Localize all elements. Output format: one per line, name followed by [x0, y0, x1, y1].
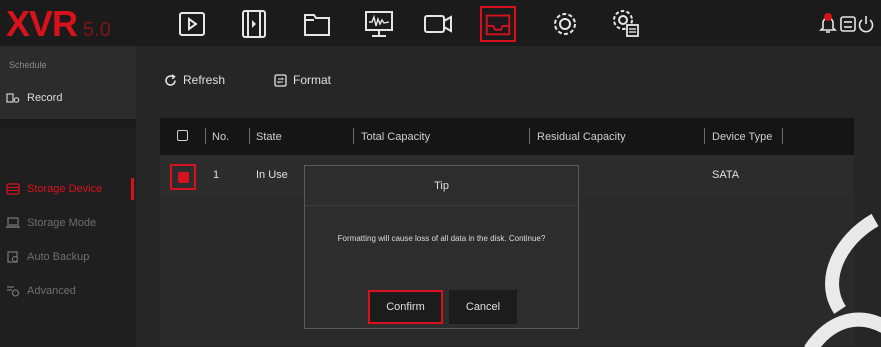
row-checkbox[interactable] [170, 164, 196, 190]
sidebar-item-label: Storage Mode [27, 217, 97, 229]
column-divider [704, 128, 705, 144]
checkbox-checked-mark [177, 171, 189, 183]
cell-state: In Use [256, 169, 288, 181]
sidebar-item-label: Record [27, 92, 63, 104]
system-settings-icon[interactable] [608, 6, 644, 42]
column-header-residual-capacity: Residual Capacity [537, 131, 626, 143]
sidebar-item-auto-backup[interactable]: Auto Backup [0, 246, 136, 268]
column-divider [529, 128, 530, 144]
sidebar-item-advanced[interactable]: Advanced [0, 280, 136, 302]
sidebar-item-label: Auto Backup [27, 251, 90, 263]
sidebar-header-schedule: Schedule [9, 60, 47, 70]
column-divider [782, 128, 783, 144]
xvr-app: XVR 5.0 Schedule Record Storage Device S… [0, 0, 881, 347]
refresh-label: Refresh [183, 73, 226, 87]
monitor-icon[interactable] [361, 6, 397, 42]
advanced-icon [6, 285, 20, 297]
format-icon [274, 73, 287, 87]
cell-no: 1 [213, 169, 220, 181]
dialog-title: Tip [305, 166, 578, 206]
top-bar: XVR 5.0 [0, 0, 881, 46]
playback-icon[interactable] [174, 6, 210, 42]
storage-icon[interactable] [480, 6, 516, 42]
format-label: Format [293, 73, 332, 87]
dialog-message: Formatting will cause loss of all data i… [337, 234, 546, 243]
column-header-total-capacity: Total Capacity [361, 131, 431, 143]
sidebar-item-label: Storage Device [27, 183, 103, 195]
auto-backup-icon [6, 251, 20, 263]
alarm-badge [824, 13, 832, 21]
format-button[interactable]: Format [274, 73, 331, 87]
refresh-button[interactable]: Refresh [164, 73, 225, 87]
column-header-state: State [256, 131, 282, 143]
folder-icon[interactable] [299, 6, 335, 42]
column-header-no: No. [212, 131, 230, 143]
sidebar-section-storage: Storage Device Storage Mode Auto Backup … [0, 128, 136, 347]
sidebar-item-storage-device[interactable]: Storage Device [0, 178, 136, 200]
cell-device-type: SATA [712, 169, 740, 181]
power-icon[interactable] [856, 14, 876, 34]
logo-version: 5.0 [83, 19, 111, 41]
column-divider [353, 128, 354, 144]
storage-mode-icon [6, 217, 20, 229]
column-divider [249, 128, 250, 144]
column-divider [205, 128, 206, 144]
camera-icon[interactable] [420, 6, 456, 42]
sidebar: Schedule Record Storage Device Storage M… [0, 46, 136, 347]
disk-info-icon[interactable] [838, 14, 858, 34]
sidebar-item-storage-mode[interactable]: Storage Mode [0, 212, 136, 234]
logo-brand: XVR [6, 3, 78, 44]
storage-device-icon [6, 183, 20, 195]
column-header-device-type: Device Type [712, 131, 773, 143]
settings-gear-icon[interactable] [547, 6, 583, 42]
sidebar-item-record[interactable]: Record [0, 87, 136, 109]
select-all-checkbox[interactable] [177, 130, 188, 141]
record-icon [6, 92, 20, 104]
format-confirm-dialog: Tip Formatting will cause loss of all da… [304, 165, 579, 329]
refresh-icon [165, 73, 176, 86]
video-clip-icon[interactable] [236, 6, 272, 42]
cancel-button[interactable]: Cancel [449, 290, 517, 324]
logo: XVR 5.0 [6, 3, 111, 45]
sidebar-divider [0, 119, 136, 128]
confirm-button[interactable]: Confirm [368, 290, 443, 324]
table-header: No. State Total Capacity Residual Capaci… [160, 118, 854, 155]
sidebar-item-label: Advanced [27, 285, 76, 297]
